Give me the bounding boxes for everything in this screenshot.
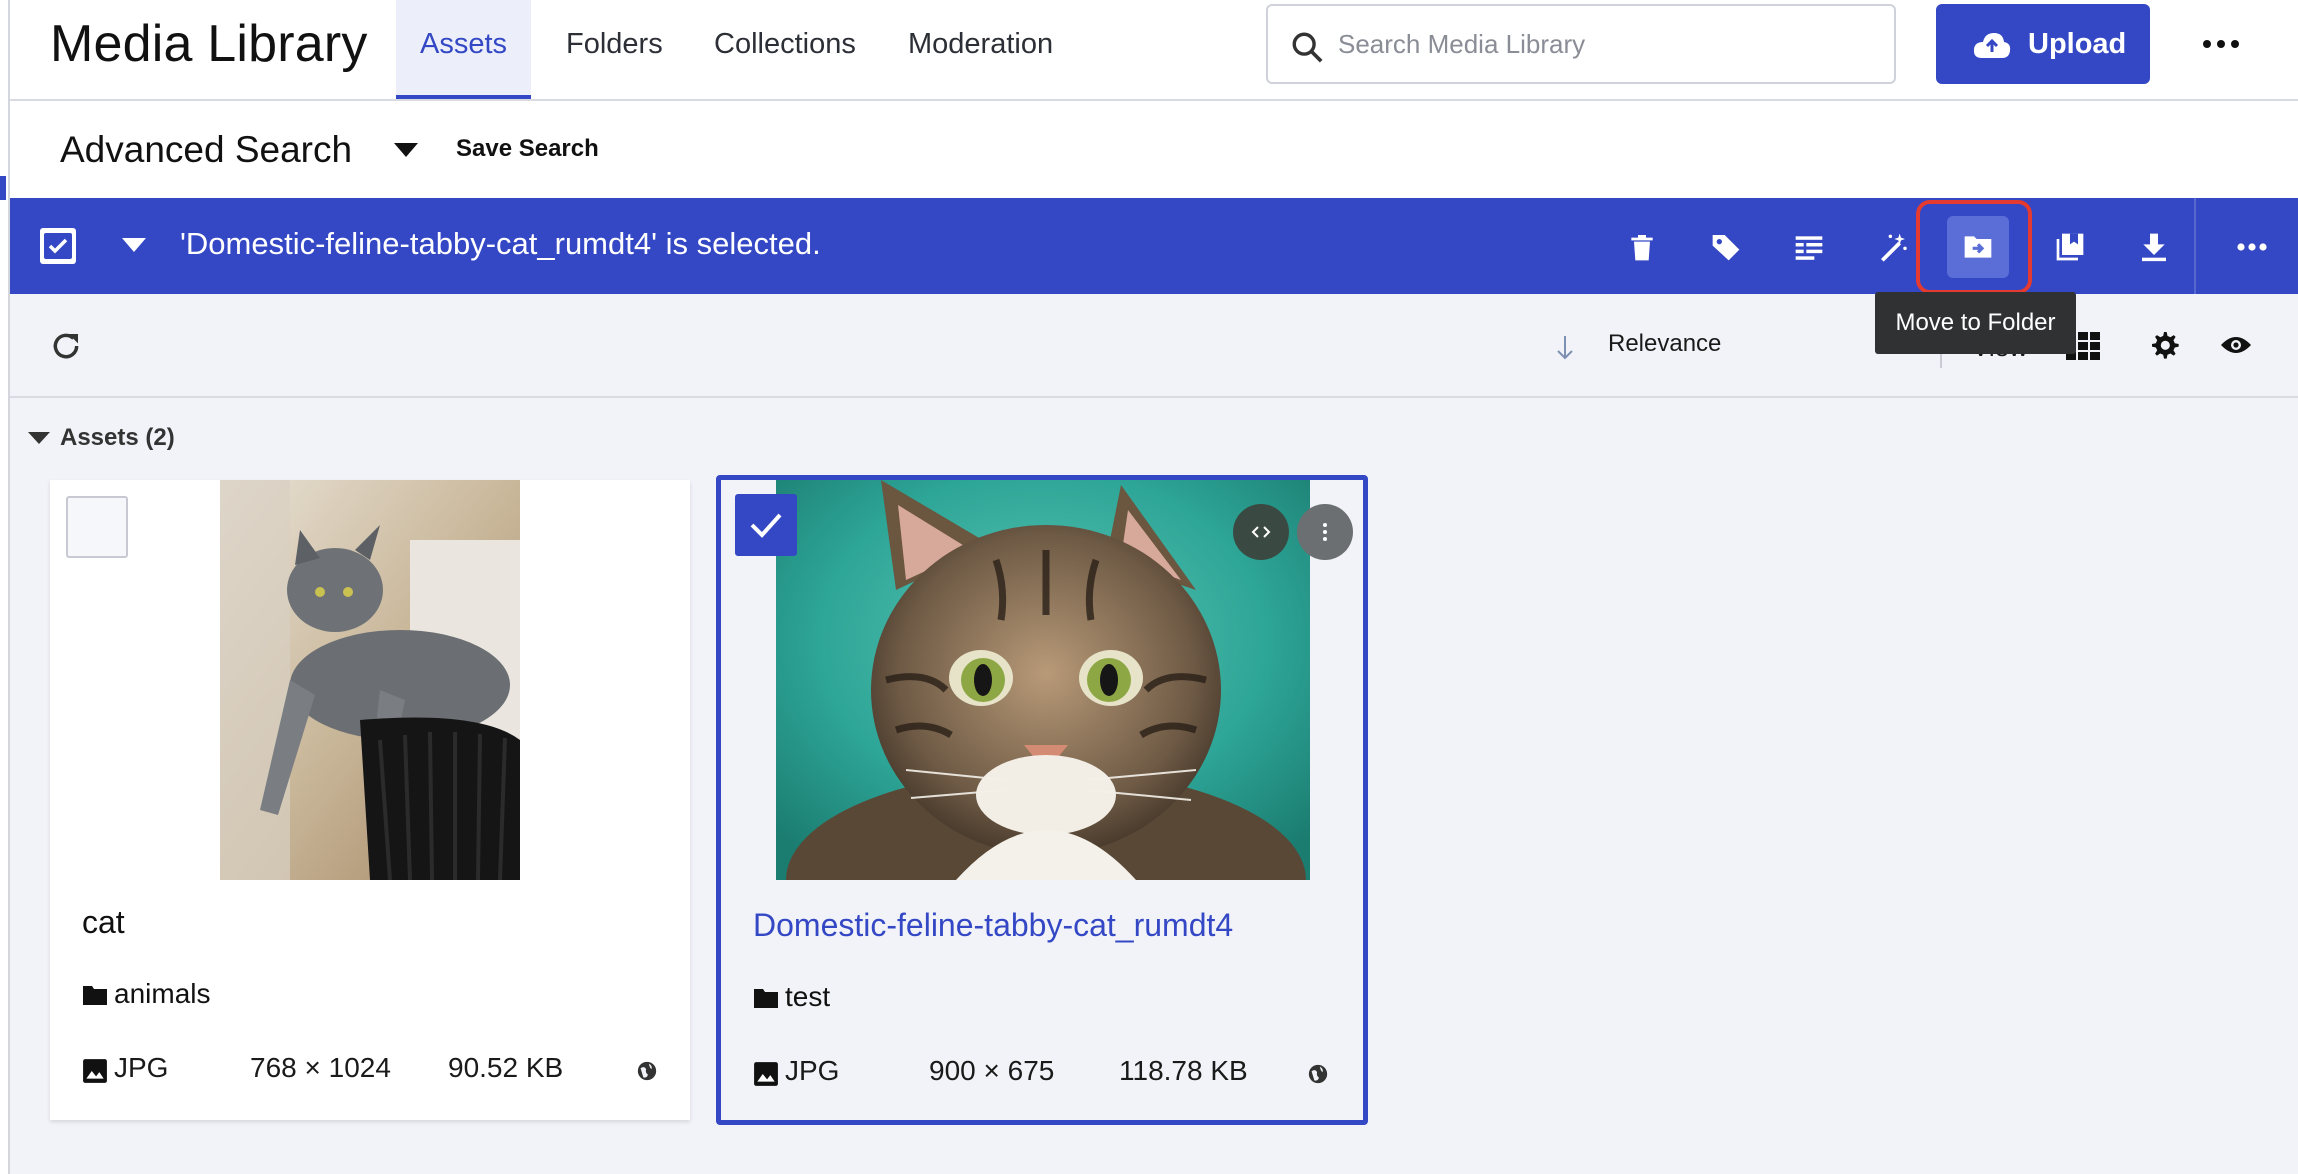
selection-status-text: 'Domestic-feline-tabby-cat_rumdt4' is se… xyxy=(180,226,821,261)
asset-dimensions: 768 × 1024 xyxy=(250,1052,391,1083)
asset-size: 118.78 KB xyxy=(1119,1055,1248,1086)
download-button[interactable] xyxy=(2123,216,2185,278)
sort-direction-icon[interactable] xyxy=(1554,334,1576,362)
code-icon xyxy=(1251,526,1271,538)
more-actions-button[interactable] xyxy=(2220,216,2282,278)
more-horizontal-icon[interactable] xyxy=(2196,22,2246,66)
folder-icon xyxy=(83,986,107,1005)
app-title: Media Library xyxy=(50,15,368,73)
search-icon xyxy=(1292,32,1323,63)
asset-dimensions: 900 × 675 xyxy=(929,1055,1055,1086)
asset-card[interactable]: cat animals JPG 768 × 1024 90.52 KB xyxy=(50,480,690,1120)
tag-icon xyxy=(1712,235,1740,261)
delete-icon xyxy=(1631,235,1653,261)
toolbar-divider xyxy=(2194,198,2196,294)
caret-down-icon[interactable] xyxy=(394,143,418,157)
tab-folders[interactable]: Folders xyxy=(542,0,687,99)
delete-button[interactable] xyxy=(1611,216,1673,278)
metadata-icon xyxy=(1795,236,1823,260)
asset-size: 90.52 KB xyxy=(448,1052,564,1083)
sort-select[interactable]: Relevance xyxy=(1608,330,1721,358)
save-search-button[interactable]: Save Search xyxy=(456,135,599,163)
add-to-collection-icon xyxy=(2056,233,2084,261)
advanced-search-row: Advanced Search Save Search xyxy=(10,101,2298,198)
asset-format: JPG xyxy=(114,1052,169,1083)
upload-label: Upload xyxy=(2028,28,2127,60)
asset-thumbnail[interactable] xyxy=(776,480,1310,880)
image-icon xyxy=(754,1062,778,1086)
advanced-search-title[interactable]: Advanced Search xyxy=(60,129,352,171)
tab-collections[interactable]: Collections xyxy=(690,0,880,99)
caret-down-icon xyxy=(28,432,50,444)
tab-assets[interactable]: Assets xyxy=(396,0,532,99)
gear-icon[interactable] xyxy=(2148,330,2180,362)
asset-folder-label: test xyxy=(785,981,831,1012)
eye-icon[interactable] xyxy=(2220,334,2252,356)
download-icon xyxy=(2142,233,2166,262)
select-all-checkbox[interactable] xyxy=(40,228,76,264)
search-input[interactable] xyxy=(1338,24,1868,64)
tag-button[interactable] xyxy=(1695,216,1757,278)
asset-checkbox-checked[interactable] xyxy=(735,494,797,556)
folder-icon xyxy=(754,989,778,1008)
search-box xyxy=(1266,4,1896,84)
metadata-button[interactable] xyxy=(1778,216,1840,278)
left-accent-marker xyxy=(0,176,6,200)
assets-section-title: Assets (2) xyxy=(60,424,175,451)
asset-folder-label: animals xyxy=(114,978,211,1009)
globe-icon xyxy=(637,1061,657,1081)
asset-checkbox[interactable] xyxy=(66,496,128,558)
globe-icon xyxy=(1308,1064,1328,1084)
asset-name[interactable]: cat xyxy=(82,904,125,941)
tab-moderation[interactable]: Moderation xyxy=(884,0,1077,99)
more-horizontal-icon xyxy=(2237,243,2267,251)
more-vertical-icon xyxy=(1323,523,1327,541)
embed-code-button[interactable] xyxy=(1233,504,1289,560)
refresh-icon[interactable] xyxy=(50,330,82,362)
asset-more-button[interactable] xyxy=(1297,504,1353,560)
asset-name[interactable]: Domestic-feline-tabby-cat_rumdt4 xyxy=(753,907,1233,944)
cloud-upload-icon xyxy=(1973,33,2011,58)
tooltip-move-to-folder: Move to Folder xyxy=(1875,292,2076,354)
upload-button[interactable]: Upload xyxy=(1936,4,2150,84)
image-icon xyxy=(83,1059,107,1083)
asset-card-selected[interactable]: Domestic-feline-tabby-cat_rumdt4 test JP… xyxy=(716,475,1368,1125)
asset-thumbnail[interactable] xyxy=(220,480,520,880)
asset-format: JPG xyxy=(785,1055,840,1086)
top-bar: Media Library Assets Folders Collections… xyxy=(10,0,2298,101)
magic-wand-icon xyxy=(1881,233,1907,262)
caret-down-icon[interactable] xyxy=(122,238,146,252)
add-to-collection-button[interactable] xyxy=(2039,216,2101,278)
check-icon xyxy=(750,513,782,538)
magic-wand-button[interactable] xyxy=(1862,216,1924,278)
check-icon xyxy=(44,233,72,259)
highlight-ring xyxy=(1916,200,2032,294)
